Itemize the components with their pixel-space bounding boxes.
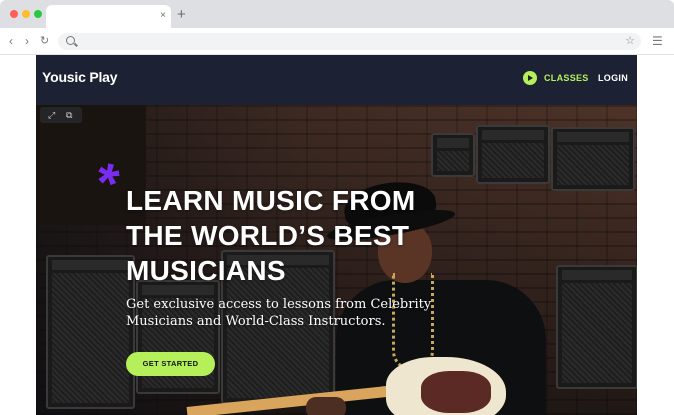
forward-icon[interactable]: › (25, 35, 29, 47)
site-logo[interactable]: Yousic Play (42, 69, 118, 85)
nav-login-link[interactable]: LOGIN (598, 73, 628, 83)
bookmark-star-icon[interactable]: ☆ (625, 34, 635, 48)
back-icon[interactable]: ‹ (9, 35, 13, 47)
video-controls[interactable]: ⤢ ⧉ (40, 107, 82, 123)
site-header: Yousic Play CLASSES LOGIN (36, 55, 637, 105)
tab-bar: × + (0, 0, 674, 28)
amp-cabinet (46, 255, 135, 409)
nav-classes-label: CLASSES (544, 73, 589, 83)
guitarist-hand (306, 397, 346, 415)
browser-toolbar: ‹ › ↻ ☆ ☰ (0, 28, 674, 55)
page-margin-right (637, 55, 674, 415)
logo-text: Yousic Play (42, 69, 118, 85)
new-tab-icon[interactable]: + (177, 7, 186, 23)
amp-cabinet (551, 127, 635, 191)
guitar-pickguard (421, 371, 491, 413)
minimize-window-dot[interactable] (22, 10, 30, 18)
expand-icon[interactable]: ⤢ (48, 110, 55, 120)
amp-cabinet (431, 133, 475, 177)
hero-headline: LEARN MUSIC FROM THE WORLD’S BEST MUSICI… (126, 185, 416, 286)
website: Yousic Play CLASSES LOGIN ⤢ ⧉ * LEARN MU… (36, 55, 637, 415)
picture-in-picture-icon[interactable]: ⧉ (66, 110, 72, 120)
page-margin-left (0, 55, 36, 415)
get-started-button[interactable]: GET STARTED (126, 352, 215, 376)
hero-section: ⤢ ⧉ * LEARN MUSIC FROM THE WORLD’S BEST … (36, 105, 637, 415)
close-window-dot[interactable] (10, 10, 18, 18)
browser-tab[interactable]: × (46, 5, 171, 28)
address-bar[interactable]: ☆ (58, 33, 641, 50)
maximize-window-dot[interactable] (34, 10, 42, 18)
tab-close-icon[interactable]: × (160, 9, 166, 23)
search-icon (66, 36, 75, 45)
browser-menu-icon[interactable]: ☰ (652, 35, 663, 47)
reload-icon[interactable]: ↻ (40, 35, 49, 47)
play-icon (523, 71, 537, 85)
amp-cabinet (476, 125, 550, 184)
amp-cabinet (556, 265, 637, 389)
hero-subheadline: Get exclusive access to lessons from Cel… (126, 297, 432, 329)
